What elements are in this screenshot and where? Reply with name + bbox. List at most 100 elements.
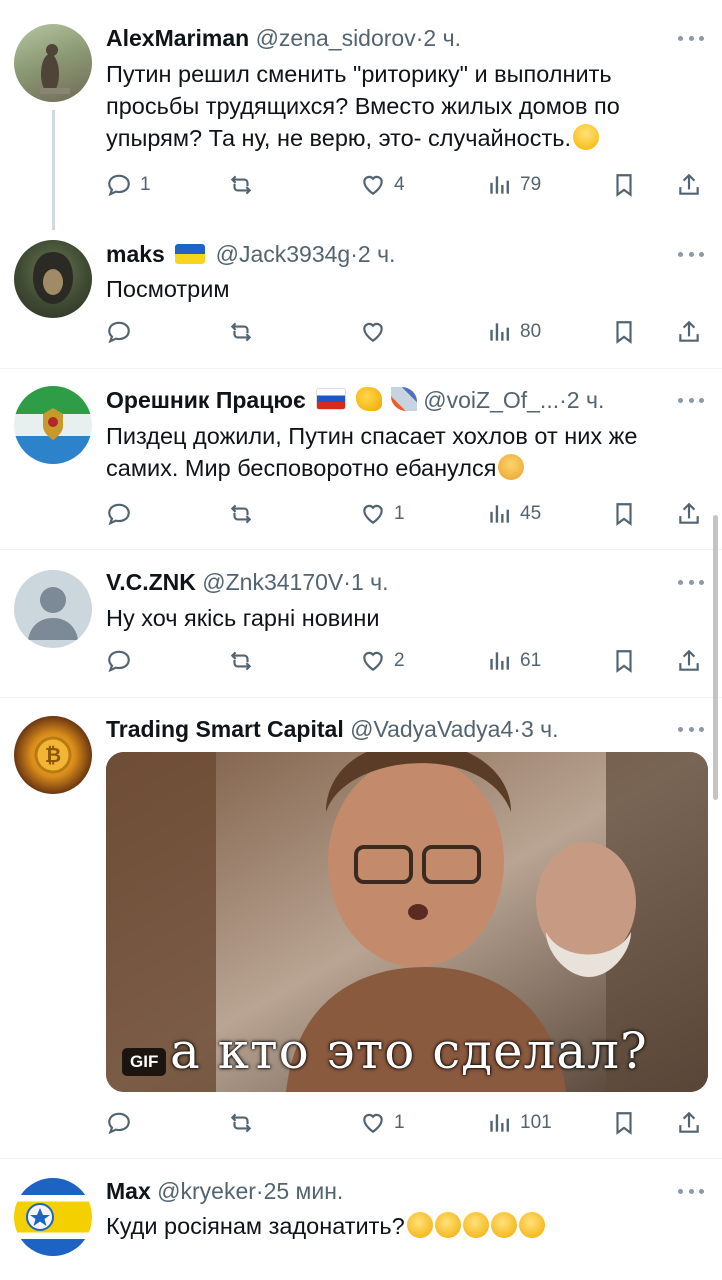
- like-button[interactable]: 2: [360, 646, 405, 676]
- tweet-6[interactable]: Max @kryeker·25 мин. Куди росіянам задон…: [0, 1160, 722, 1280]
- default-avatar-icon: [28, 587, 78, 640]
- more-options-icon[interactable]: [678, 725, 704, 733]
- timestamp[interactable]: 1 ч.: [351, 569, 389, 595]
- reply-button[interactable]: [106, 317, 140, 347]
- display-name[interactable]: maks: [106, 241, 165, 267]
- views-button[interactable]: 79: [486, 170, 541, 200]
- flexed-biceps-icon: [356, 387, 383, 411]
- share-button[interactable]: [676, 499, 702, 529]
- share-icon: [679, 502, 699, 524]
- share-button[interactable]: [676, 1108, 702, 1138]
- reply-icon: [108, 321, 130, 344]
- tweet-text: Посмотрим: [106, 276, 230, 302]
- share-icon: [679, 173, 699, 195]
- like-button[interactable]: [360, 317, 394, 347]
- retweet-button[interactable]: [228, 170, 262, 200]
- tweet-actions: 1 45: [106, 499, 706, 529]
- divider: [0, 368, 722, 369]
- views-icon: [490, 652, 509, 670]
- avatar[interactable]: ₿: [14, 716, 92, 794]
- more-options-icon[interactable]: [678, 578, 704, 586]
- tweet-text: Ну хоч якісь гарні новини: [106, 605, 380, 631]
- timestamp[interactable]: 3 ч.: [521, 716, 559, 742]
- retweet-button[interactable]: [228, 1108, 262, 1138]
- views-icon: [490, 1114, 509, 1132]
- avatar[interactable]: [14, 386, 92, 464]
- ukraine-flag-icon: [175, 244, 206, 264]
- display-name[interactable]: V.C.ZNK: [106, 569, 196, 595]
- tweet-3[interactable]: Орешник Працює @voiZ_Of_...·2 ч. Пиздец …: [0, 370, 722, 550]
- views-button[interactable]: 101: [486, 1108, 552, 1138]
- more-options-icon[interactable]: [678, 396, 704, 404]
- handle[interactable]: @VadyaVadya4: [350, 716, 513, 742]
- like-button[interactable]: 1: [360, 499, 405, 529]
- more-options-icon[interactable]: [678, 250, 704, 258]
- timestamp[interactable]: 2 ч.: [423, 25, 461, 51]
- share-icon: [679, 320, 699, 342]
- bookmark-button[interactable]: [611, 1108, 637, 1138]
- timestamp[interactable]: 25 мин.: [264, 1178, 344, 1204]
- avatar[interactable]: [14, 24, 92, 102]
- retweet-icon: [230, 651, 252, 671]
- bookmark-button[interactable]: [611, 646, 637, 676]
- grinning-face-emoji: [573, 124, 599, 150]
- views-button[interactable]: 45: [486, 499, 541, 529]
- bookmark-icon: [616, 503, 632, 526]
- share-icon: [679, 1111, 699, 1133]
- views-button[interactable]: 61: [486, 646, 541, 676]
- display-name[interactable]: Trading Smart Capital: [106, 716, 344, 742]
- bookmark-button[interactable]: [611, 499, 637, 529]
- share-button[interactable]: [676, 317, 702, 347]
- handle[interactable]: @kryeker: [157, 1178, 256, 1204]
- handle[interactable]: @zena_sidorov: [256, 25, 416, 51]
- like-button[interactable]: 4: [360, 170, 405, 200]
- reply-icon: [108, 174, 130, 197]
- timestamp[interactable]: 2 ч.: [567, 387, 605, 413]
- share-button[interactable]: [676, 170, 702, 200]
- retweet-button[interactable]: [228, 499, 262, 529]
- tweet-2[interactable]: maks @Jack3934g·2 ч. Посмотрим 80: [0, 210, 722, 370]
- tweet-actions: 1 4 79: [106, 170, 706, 200]
- display-name[interactable]: Max: [106, 1178, 151, 1204]
- gif-caption: а кто это сделал?: [170, 1022, 648, 1080]
- tweet-header: V.C.ZNK @Znk34170V·1 ч.: [106, 569, 389, 595]
- handle[interactable]: @voiZ_Of_...: [423, 387, 559, 413]
- display-name[interactable]: Орешник Працює: [106, 387, 306, 413]
- views-button[interactable]: 80: [486, 317, 541, 347]
- tweet-header: Max @kryeker·25 мин.: [106, 1178, 344, 1204]
- more-options-icon[interactable]: [678, 1187, 704, 1195]
- reply-button[interactable]: [106, 1108, 140, 1138]
- bookmark-icon: [616, 1112, 632, 1135]
- tweet-actions: 2 61: [106, 646, 706, 676]
- avatar[interactable]: [14, 240, 92, 318]
- bookmark-button[interactable]: [611, 170, 637, 200]
- heart-icon: [363, 175, 383, 195]
- views-icon: [490, 505, 509, 523]
- reply-button[interactable]: [106, 646, 140, 676]
- tweet-4[interactable]: V.C.ZNK @Znk34170V·1 ч. Ну хоч якісь гар…: [0, 550, 722, 696]
- reply-button[interactable]: 1: [106, 170, 151, 200]
- scrollbar[interactable]: [713, 515, 718, 800]
- share-button[interactable]: [676, 646, 702, 676]
- reply-icon: [108, 1112, 130, 1135]
- retweet-icon: [230, 322, 252, 342]
- retweet-icon: [230, 504, 252, 524]
- heart-icon: [363, 504, 383, 524]
- avatar[interactable]: [14, 1178, 92, 1256]
- gif-media[interactable]: а кто это сделал? GIF: [106, 752, 708, 1092]
- tweet-text: Путин решил сменить "риторику" и выполни…: [106, 61, 620, 151]
- bookmark-button[interactable]: [611, 317, 637, 347]
- tweet-header: Орешник Працює @voiZ_Of_...·2 ч.: [106, 387, 605, 413]
- tweet-1[interactable]: AlexMariman @zena_sidorov·2 ч. Путин реш…: [0, 0, 722, 230]
- handle[interactable]: @Jack3934g: [216, 241, 351, 267]
- avatar[interactable]: [14, 570, 92, 648]
- timestamp[interactable]: 2 ч.: [358, 241, 396, 267]
- retweet-button[interactable]: [228, 317, 262, 347]
- retweet-button[interactable]: [228, 646, 262, 676]
- reply-button[interactable]: [106, 499, 140, 529]
- like-button[interactable]: 1: [360, 1108, 405, 1138]
- more-options-icon[interactable]: [678, 34, 704, 42]
- handle[interactable]: @Znk34170V: [202, 569, 343, 595]
- display-name[interactable]: AlexMariman: [106, 25, 249, 51]
- reply-icon: [108, 503, 130, 526]
